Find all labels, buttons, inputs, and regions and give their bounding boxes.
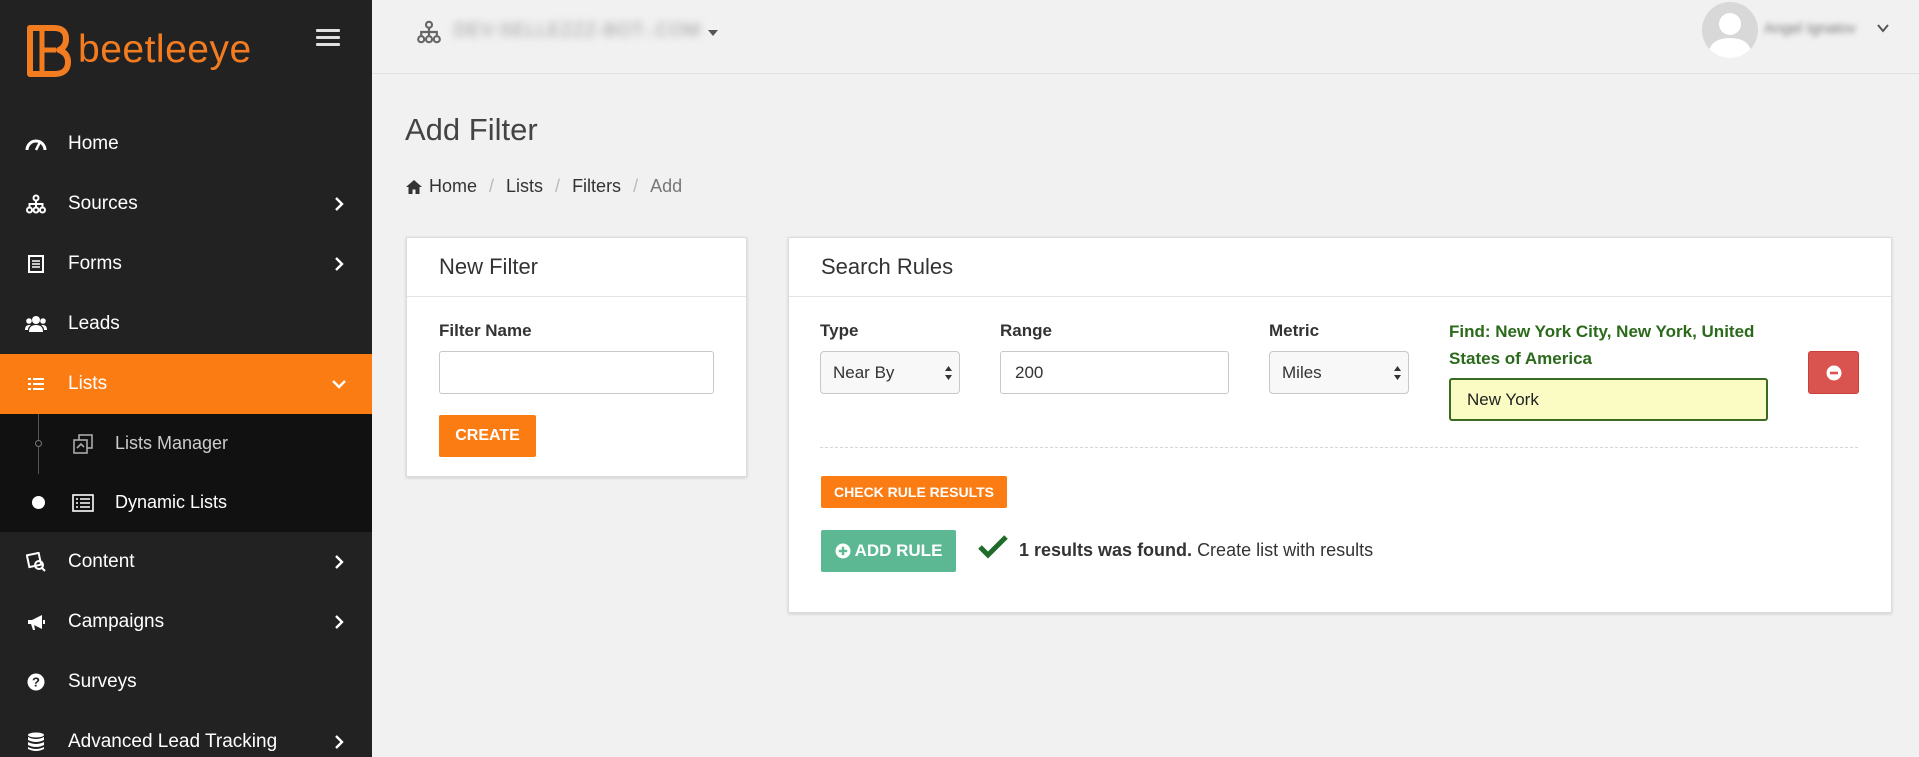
question-circle-icon: ? <box>24 670 48 694</box>
type-select[interactable]: Near By <box>820 351 960 394</box>
sidebar-item-label: Advanced Lead Tracking <box>68 731 278 752</box>
sidebar-item-forms[interactable]: Forms <box>0 234 372 294</box>
sidebar-item-label: Lists <box>68 373 108 394</box>
list-icon <box>24 372 48 396</box>
chevron-down-icon[interactable] <box>1877 22 1889 34</box>
type-label: Type <box>820 321 859 340</box>
users-icon <box>24 312 48 336</box>
user-name[interactable]: Angel Ignatov <box>1764 20 1856 37</box>
breadcrumb-separator: / <box>489 176 495 196</box>
caret-down-icon[interactable] <box>708 30 718 36</box>
sidebar-item-label: Home <box>68 133 119 154</box>
copy-icon <box>73 433 93 454</box>
remove-rule-button[interactable] <box>1808 351 1859 394</box>
add-rule-label: ADD RULE <box>854 541 943 560</box>
breadcrumb-separator: / <box>633 176 639 196</box>
active-dot-icon <box>32 496 45 509</box>
chevron-down-icon <box>332 380 346 389</box>
select-arrows-icon <box>945 366 952 380</box>
avatar[interactable] <box>1702 2 1758 58</box>
svg-text:?: ? <box>32 675 40 690</box>
sidebar-item-label: Forms <box>68 253 122 274</box>
checkmark-icon <box>978 535 1008 559</box>
sidebar-item-lists[interactable]: Lists <box>0 354 372 414</box>
metric-select[interactable]: Miles <box>1269 351 1409 394</box>
sidebar-item-advanced-lead-tracking[interactable]: Advanced Lead Tracking <box>0 712 372 757</box>
range-input[interactable]: 200 <box>1000 351 1229 394</box>
sidebar-subitem-dynamic-lists[interactable]: Dynamic Lists <box>0 473 372 532</box>
metric-select-value: Miles <box>1282 362 1322 382</box>
sidebar-item-label: Campaigns <box>68 611 165 632</box>
create-button[interactable]: CREATE <box>439 415 536 457</box>
sidebar: beetleeye Home Sources Forms Leads Lists… <box>0 0 372 757</box>
sidebar-item-label: Sources <box>68 193 138 214</box>
list-alt-icon <box>72 493 94 512</box>
panel-title: Search Rules <box>789 238 1891 297</box>
sidebar-subitem-lists-manager[interactable]: Lists Manager <box>0 414 372 474</box>
sidebar-item-label: Leads <box>68 313 120 334</box>
result-message: 1 results was found. Create list with re… <box>1019 540 1373 561</box>
filter-name-label: Filter Name <box>439 321 532 340</box>
sidebar-item-label: Surveys <box>68 671 137 692</box>
sidebar-item-home[interactable]: Home <box>0 114 372 174</box>
sitemap-icon <box>417 20 441 44</box>
breadcrumb-home-link[interactable]: Home <box>429 176 477 197</box>
chevron-right-icon <box>335 197 344 211</box>
organization-selector[interactable]: DEV-SELLEZZZ-BOT-.COM <box>454 20 701 41</box>
chevron-right-icon <box>335 555 344 569</box>
form-icon <box>24 252 48 276</box>
sidebar-item-label: Dynamic Lists <box>115 492 228 512</box>
minus-circle-icon <box>1826 365 1841 380</box>
find-location-text: Find: New York City, New York, United St… <box>1449 322 1755 368</box>
add-rule-button[interactable]: ADD RULE <box>821 530 956 572</box>
check-rule-results-button[interactable]: CHECK RULE RESULTS <box>821 476 1007 508</box>
sidebar-item-campaigns[interactable]: Campaigns <box>0 592 372 652</box>
sidebar-nav: Home Sources Forms Leads Lists Lists Man… <box>0 114 372 757</box>
content-icon <box>24 550 48 574</box>
select-arrows-icon <box>1394 366 1401 380</box>
filter-name-input[interactable] <box>439 351 714 394</box>
metric-label: Metric <box>1269 321 1320 340</box>
database-icon <box>24 730 48 754</box>
top-bar: DEV-SELLEZZZ-BOT-.COM Angel Ignatov <box>372 0 1919 74</box>
menu-toggle-icon[interactable] <box>316 29 340 47</box>
panel-title: New Filter <box>407 238 746 297</box>
sidebar-item-content[interactable]: Content <box>0 532 372 592</box>
inactive-dot-icon <box>35 440 42 447</box>
beetleeye-logo-icon <box>27 25 71 77</box>
create-list-link[interactable]: Create list with results <box>1197 540 1373 560</box>
breadcrumb-lists-link[interactable]: Lists <box>506 176 543 197</box>
brand-name: beetleeye <box>78 28 252 71</box>
gauge-icon <box>24 132 48 156</box>
sidebar-item-label: Lists Manager <box>115 433 229 453</box>
chevron-right-icon <box>335 735 344 749</box>
home-icon <box>406 179 422 194</box>
breadcrumb-separator: / <box>555 176 561 196</box>
sitemap-icon <box>24 192 48 216</box>
location-input[interactable]: New York <box>1449 378 1768 421</box>
chevron-right-icon <box>335 257 344 271</box>
result-count-text: 1 results was found. <box>1019 540 1193 560</box>
chevron-right-icon <box>335 615 344 629</box>
sidebar-item-surveys[interactable]: ? Surveys <box>0 652 372 712</box>
breadcrumb: Home / Lists / Filters / Add <box>405 176 682 197</box>
plus-circle-icon <box>835 543 851 559</box>
sidebar-item-leads[interactable]: Leads <box>0 294 372 354</box>
sidebar-item-sources[interactable]: Sources <box>0 174 372 234</box>
breadcrumb-filters-link[interactable]: Filters <box>572 176 621 197</box>
type-select-value: Near By <box>833 362 895 382</box>
megaphone-icon <box>24 610 48 634</box>
sidebar-item-label: Content <box>68 551 135 572</box>
breadcrumb-current: Add <box>650 176 683 196</box>
lists-submenu: Lists Manager Dynamic Lists <box>0 414 372 532</box>
brand-logo[interactable]: beetleeye <box>24 22 252 78</box>
range-label: Range <box>1000 321 1052 340</box>
page-title: Add Filter <box>405 112 538 147</box>
rule-divider <box>820 447 1858 448</box>
